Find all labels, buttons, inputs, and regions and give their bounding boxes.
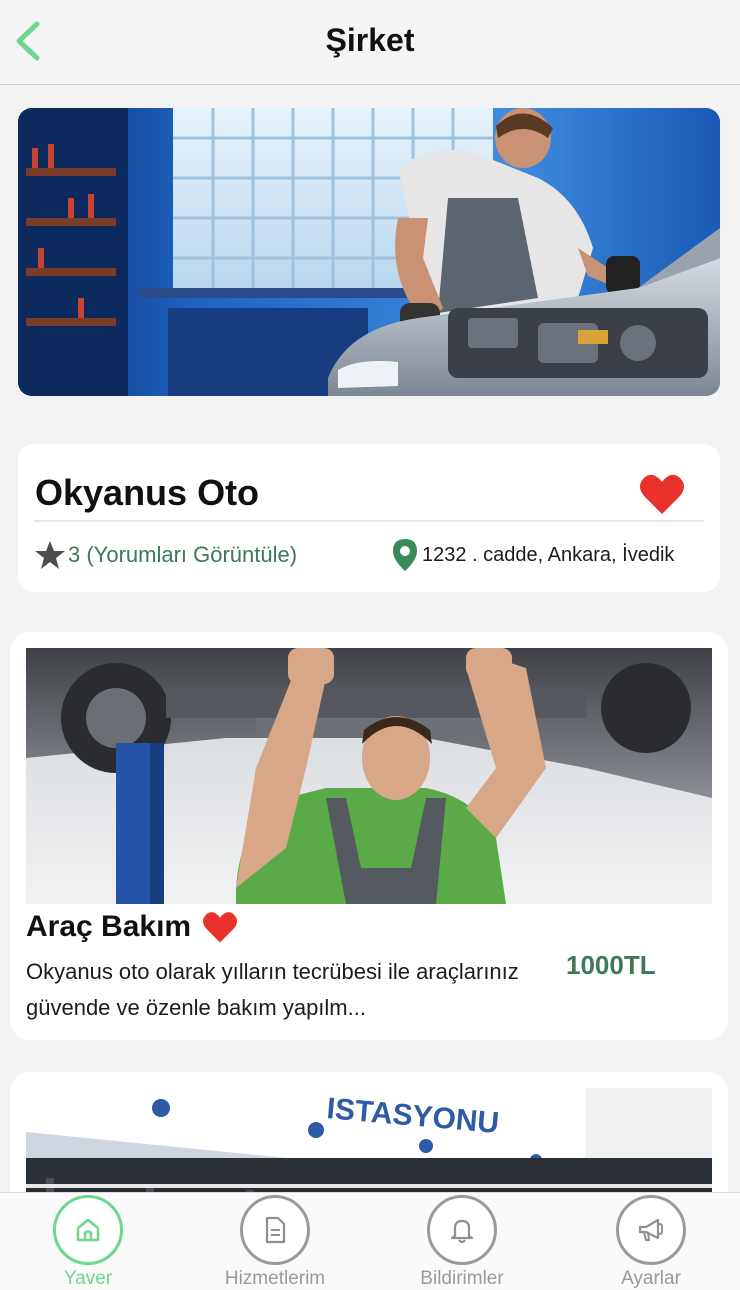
view-reviews-link[interactable]: 3 (Yorumları Görüntüle): [34, 540, 297, 570]
bottom-navigation: Yaver Hizmetlerim Bildirimler Ayarlar: [0, 1192, 740, 1290]
nav-label: Bildirimler: [420, 1268, 504, 1289]
service-title: Araç Bakım: [26, 910, 239, 944]
company-cover-image: [18, 108, 720, 396]
company-address: 1232 . cadde, Ankara, İvedik: [392, 538, 674, 572]
heart-icon[interactable]: [201, 910, 239, 944]
nav-item-bildirimler[interactable]: Bildirimler: [387, 1193, 537, 1290]
rating-text: 3 (Yorumları Görüntüle): [68, 542, 298, 567]
nav-label: Yaver: [63, 1268, 113, 1289]
nav-label: Hizmetlerim: [224, 1268, 326, 1289]
divider: [34, 520, 704, 522]
service-card[interactable]: Araç Bakım Okyanus oto olarak yılların t…: [10, 632, 728, 1040]
service-image: [26, 648, 712, 904]
bell-icon: [450, 1219, 474, 1244]
company-name: Okyanus Oto: [35, 472, 260, 513]
heart-icon[interactable]: [638, 472, 686, 516]
service-description: Okyanus oto olarak yılların tecrübesi il…: [26, 959, 519, 1020]
home-icon: [76, 1218, 100, 1242]
megaphone-icon: [638, 1218, 663, 1241]
service-title-text: Araç Bakım: [26, 910, 192, 943]
location-pin-icon: [393, 539, 417, 571]
nav-label: Ayarlar: [621, 1268, 681, 1289]
header: Şirket: [0, 0, 740, 85]
document-icon: [265, 1216, 286, 1244]
nav-item-ayarlar[interactable]: Ayarlar: [576, 1193, 726, 1290]
address-text: 1232 . cadde, Ankara, İvedik: [422, 543, 675, 566]
nav-item-hizmetlerim[interactable]: Hizmetlerim: [200, 1193, 350, 1290]
nav-item-yaver[interactable]: Yaver: [13, 1193, 163, 1290]
page-title: Şirket: [325, 22, 415, 58]
service-price: 1000TL: [566, 950, 656, 980]
star-icon: [35, 541, 65, 569]
company-info-card: Okyanus Oto 3 (Yorumları Görüntüle) 1232…: [18, 444, 720, 592]
